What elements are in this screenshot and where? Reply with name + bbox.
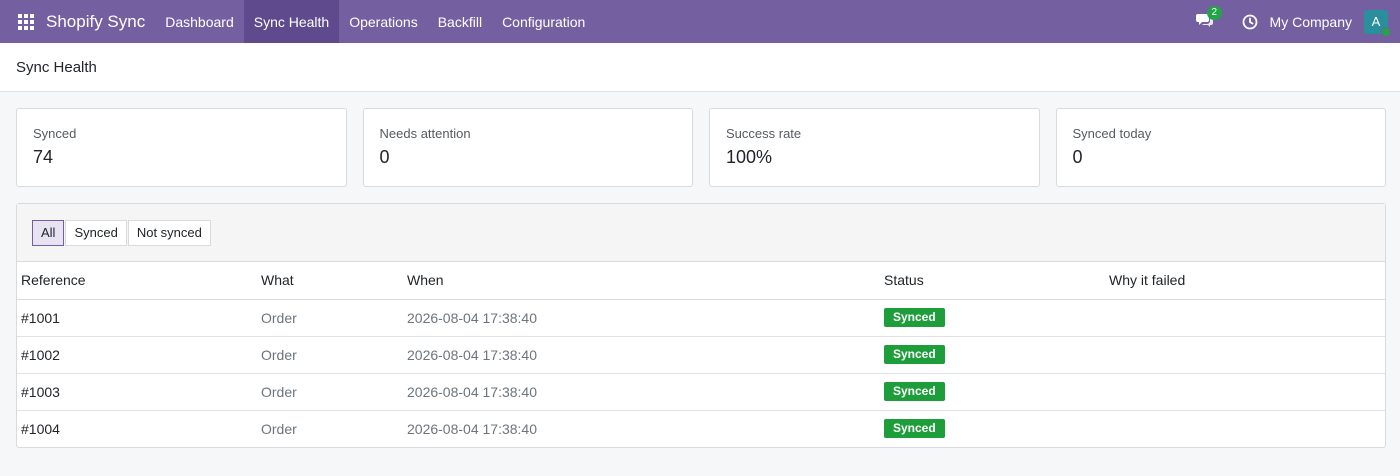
kpi-value: 100%: [726, 147, 773, 167]
cell-when: 2026-08-04 17:38:40: [407, 420, 537, 437]
cell-reference: #1003: [17, 373, 257, 411]
control-panel: Sync Health: [0, 43, 1400, 92]
avatar-initial: A: [1371, 14, 1381, 29]
cell-status: Synced: [880, 410, 1105, 447]
filter-synced-button[interactable]: Synced: [65, 219, 127, 246]
cell-what: Order: [261, 420, 297, 437]
column-header-what[interactable]: What: [257, 262, 403, 300]
menu-item-dashboard[interactable]: Dashboard: [155, 0, 244, 43]
main-menu: Dashboard Sync Health Operations Backfil…: [155, 0, 595, 43]
table-header-row: Reference What When Status Why it failed: [17, 262, 1385, 300]
user-avatar[interactable]: A: [1364, 9, 1391, 37]
cell-why-it-failed: [1105, 299, 1385, 337]
status-badge: Synced: [884, 419, 945, 439]
cell-why-it-failed: [1105, 336, 1385, 374]
kpi-label: Needs attention: [379, 126, 471, 141]
kpi-card-synced: Synced 74: [16, 108, 347, 187]
top-navbar: Shopify Sync Dashboard Sync Health Opera…: [0, 0, 1400, 43]
cell-status: Synced: [880, 373, 1105, 411]
kpi-cards: Synced 74 Needs attention 0 Success rate…: [0, 92, 1400, 187]
cell-reference: #1002: [17, 336, 257, 374]
menu-item-configuration[interactable]: Configuration: [492, 0, 595, 43]
cell-when: 2026-08-04 17:38:40: [403, 336, 880, 374]
column-header-reference[interactable]: Reference: [17, 262, 257, 300]
cell-why-it-failed: [1105, 373, 1385, 411]
kpi-value: 0: [1072, 147, 1083, 167]
kpi-card-needs-attention: Needs attention 0: [362, 108, 693, 187]
page-title: Sync Health: [16, 58, 97, 76]
online-status-dot: [1381, 26, 1391, 37]
menu-item-backfill[interactable]: Backfill: [428, 0, 492, 43]
table-row[interactable]: #1004 Order 2026-08-04 17:38:40 Synced: [17, 410, 1385, 447]
sync-table: Reference What When Status Why it failed…: [17, 262, 1385, 447]
filter-all-button[interactable]: All: [32, 219, 65, 246]
cell-status: Synced: [880, 299, 1105, 337]
menu-item-operations[interactable]: Operations: [339, 0, 427, 43]
chat-count-badge: 2: [1206, 5, 1223, 20]
table-row[interactable]: #1002 Order 2026-08-04 17:38:40 Synced: [17, 336, 1385, 374]
kpi-card-synced-today: Synced today 0: [1055, 108, 1386, 187]
kpi-label: Synced today: [1072, 126, 1152, 141]
cell-when: 2026-08-04 17:38:40: [403, 373, 880, 411]
cell-what: Order: [257, 299, 403, 337]
menu-item-sync-health[interactable]: Sync Health: [243, 0, 340, 43]
kpi-label: Synced: [33, 126, 77, 141]
cell-reference: #1001: [17, 299, 257, 337]
status-badge: Synced: [884, 345, 945, 364]
company-switcher[interactable]: My Company: [1270, 14, 1352, 30]
cell-status: Synced: [880, 336, 1105, 374]
column-header-why-it-failed[interactable]: Why it failed: [1105, 262, 1385, 300]
filter-bar: All Synced Not synced: [17, 204, 1385, 262]
sync-list-panel: All Synced Not synced Reference What Whe…: [16, 203, 1386, 448]
status-badge: Synced: [884, 308, 945, 327]
cell-why-it-failed: [1105, 410, 1385, 447]
kpi-value: 0: [379, 147, 390, 167]
table-row[interactable]: #1003 Order 2026-08-04 17:38:40 Synced: [17, 373, 1385, 411]
filter-not-synced-button[interactable]: Not synced: [127, 219, 211, 246]
kpi-label: Success rate: [726, 126, 802, 141]
kpi-card-success-rate: Success rate 100%: [709, 108, 1040, 187]
chat-button[interactable]: 2: [1195, 5, 1223, 32]
column-header-when[interactable]: When: [403, 262, 880, 300]
kpi-value: 74: [33, 147, 54, 167]
status-badge: Synced: [884, 382, 945, 401]
cell-what: Order: [257, 373, 403, 411]
navbar-systray: 2 My Company A: [1195, 0, 1400, 43]
column-header-status[interactable]: Status: [880, 262, 1105, 300]
cell-when: 2026-08-04 17:38:40: [403, 299, 880, 337]
table-row[interactable]: #1001 Order 2026-08-04 17:38:40 Synced: [17, 299, 1385, 337]
apps-grid-icon[interactable]: [18, 13, 34, 30]
cell-what: Order: [257, 336, 403, 374]
cell-reference: #1004: [21, 420, 60, 437]
clock-icon[interactable]: [1242, 14, 1258, 30]
app-brand[interactable]: Shopify Sync: [46, 12, 145, 32]
